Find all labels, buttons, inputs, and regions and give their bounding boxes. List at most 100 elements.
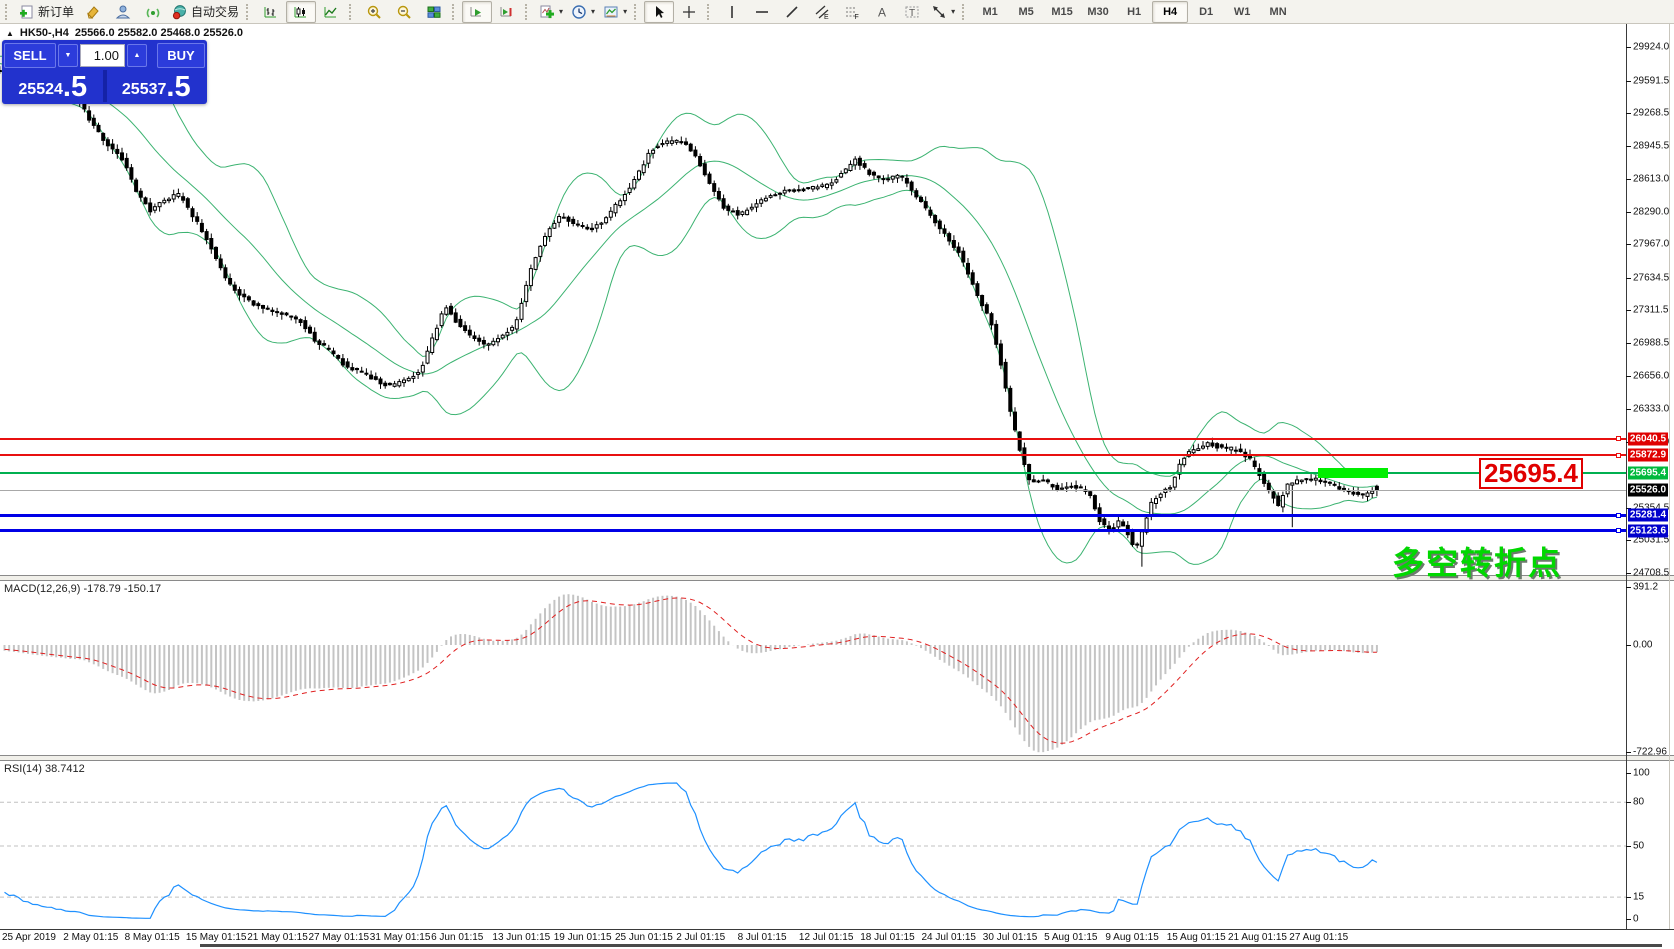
toolbar-grip[interactable] — [525, 4, 531, 20]
vertical-line-button[interactable] — [717, 1, 747, 23]
macd-panel[interactable] — [0, 581, 1626, 755]
buy-button[interactable]: BUY — [157, 43, 205, 68]
price-tick-label: 26333.0 — [1633, 404, 1669, 415]
rsi-tick — [1626, 802, 1631, 803]
auto-scroll-button[interactable] — [462, 1, 492, 23]
equidistant-channel-button[interactable]: E — [807, 1, 837, 23]
horizontal-line-26040.5[interactable] — [0, 438, 1626, 440]
price-tick-label: 28290.0 — [1633, 206, 1669, 217]
timeframe-M30[interactable]: M30 — [1080, 1, 1116, 23]
line-endpoint-marker[interactable] — [1616, 513, 1621, 518]
date-label: 9 Aug 01:15 — [1105, 932, 1158, 943]
toolbar-grip[interactable] — [5, 4, 11, 20]
rsi-tick — [1626, 897, 1631, 898]
price-tick — [1626, 212, 1631, 213]
fibonacci-icon: F — [844, 4, 860, 20]
chart-shift-button[interactable] — [492, 1, 522, 23]
vertical-line-icon — [724, 4, 740, 20]
volume-decrease-button[interactable]: ▼ — [58, 44, 78, 67]
horizontal-line-25123.6[interactable] — [0, 529, 1626, 532]
volume-input[interactable]: 1.00 — [80, 44, 125, 67]
turning-point-note[interactable]: 多空转折点 — [1392, 538, 1562, 584]
price-tick — [1626, 113, 1631, 114]
templates-caret[interactable]: ▾ — [623, 7, 627, 16]
toolbar-grip[interactable] — [452, 4, 458, 20]
price-tick — [1626, 376, 1631, 377]
horizontal-line-25872.9[interactable] — [0, 454, 1626, 456]
line-endpoint-marker[interactable] — [1616, 436, 1621, 441]
text-button[interactable]: A — [867, 1, 897, 23]
text-label-button[interactable]: T — [897, 1, 927, 23]
zoom-out-button[interactable] — [389, 1, 419, 23]
templates-button[interactable]: ▾ — [599, 1, 631, 23]
new-order-button[interactable]: 新订单 — [15, 1, 78, 23]
remote-terminal-icon — [115, 4, 131, 20]
macd-tick-label: 0.00 — [1633, 640, 1652, 651]
horizontal-line-button[interactable] — [747, 1, 777, 23]
horizontal-scrollbar[interactable] — [200, 944, 1662, 947]
rsi-panel[interactable] — [0, 761, 1626, 927]
zoom-out-icon — [396, 4, 412, 20]
timeframe-MN[interactable]: MN — [1260, 1, 1296, 23]
candlestick-chart-button[interactable] — [286, 1, 316, 23]
collapse-panel-icon[interactable]: ▲ — [6, 29, 14, 38]
toolbar-grip[interactable] — [707, 4, 713, 20]
date-label: 15 May 01:15 — [186, 932, 247, 943]
line-chart-button[interactable] — [316, 1, 346, 23]
arrows-button[interactable]: ▾ — [927, 1, 959, 23]
macd-tick-label: 391.2 — [1633, 582, 1658, 593]
candlestick-chart[interactable] — [0, 24, 1626, 575]
buy-price-int: 25537 — [122, 79, 167, 101]
price-tick — [1626, 573, 1631, 574]
autotrading-label: 自动交易 — [191, 3, 239, 20]
timeframe-M5[interactable]: M5 — [1008, 1, 1044, 23]
line-endpoint-marker[interactable] — [1616, 528, 1621, 533]
autotrading-button[interactable]: 自动交易 — [168, 1, 243, 23]
yellow-tag-button[interactable] — [78, 1, 108, 23]
timeframe-H4[interactable]: H4 — [1152, 1, 1188, 23]
clock-icon — [571, 4, 587, 20]
price-tick — [1626, 146, 1631, 147]
line-endpoint-marker[interactable] — [1616, 453, 1621, 458]
svg-text:A: A — [878, 5, 886, 19]
rsi-tick — [1626, 919, 1631, 920]
remote-terminal-button[interactable] — [108, 1, 138, 23]
indicators-caret[interactable]: ▾ — [559, 7, 563, 16]
toolbar-grip[interactable] — [962, 4, 968, 20]
sell-button[interactable]: SELL — [4, 43, 56, 68]
toolbar-grip[interactable] — [634, 4, 640, 20]
date-label: 30 Jul 01:15 — [983, 932, 1038, 943]
timeframe-D1[interactable]: D1 — [1188, 1, 1224, 23]
buy-price[interactable]: 25537.5 — [108, 70, 206, 102]
cursor-button[interactable] — [644, 1, 674, 23]
signals-button[interactable] — [138, 1, 168, 23]
timeframe-M15[interactable]: M15 — [1044, 1, 1080, 23]
green-highlight-rectangle[interactable] — [1318, 468, 1388, 478]
sell-price[interactable]: 25524.5 — [4, 70, 102, 102]
date-label: 19 Jun 01:15 — [554, 932, 612, 943]
fibonacci-button[interactable]: F — [837, 1, 867, 23]
price-tick — [1626, 310, 1631, 311]
crosshair-button[interactable] — [674, 1, 704, 23]
date-label: 21 Aug 01:15 — [1228, 932, 1287, 943]
periods-button[interactable]: ▾ — [567, 1, 599, 23]
arrows-caret[interactable]: ▾ — [951, 7, 955, 16]
mt4-terminal: 新订单 自动交易 — [0, 0, 1674, 949]
indicators-button[interactable]: ▾ — [535, 1, 567, 23]
volume-increase-button[interactable]: ▲ — [127, 44, 147, 67]
tile-windows-button[interactable] — [419, 1, 449, 23]
price-callout-label[interactable]: 25695.4 — [1479, 458, 1583, 489]
bar-chart-button[interactable] — [256, 1, 286, 23]
periods-caret[interactable]: ▾ — [591, 7, 595, 16]
timeframe-W1[interactable]: W1 — [1224, 1, 1260, 23]
horizontal-line-25526.0[interactable] — [0, 490, 1626, 491]
macd-label: MACD(12,26,9) -178.79 -150.17 — [4, 583, 161, 595]
toolbar-grip[interactable] — [349, 4, 355, 20]
ohlc-values: 25566.0 25582.0 25468.0 25526.0 — [75, 27, 243, 39]
zoom-in-button[interactable] — [359, 1, 389, 23]
trendline-button[interactable] — [777, 1, 807, 23]
horizontal-line-25281.4[interactable] — [0, 514, 1626, 517]
timeframe-H1[interactable]: H1 — [1116, 1, 1152, 23]
toolbar-grip[interactable] — [246, 4, 252, 20]
timeframe-M1[interactable]: M1 — [972, 1, 1008, 23]
